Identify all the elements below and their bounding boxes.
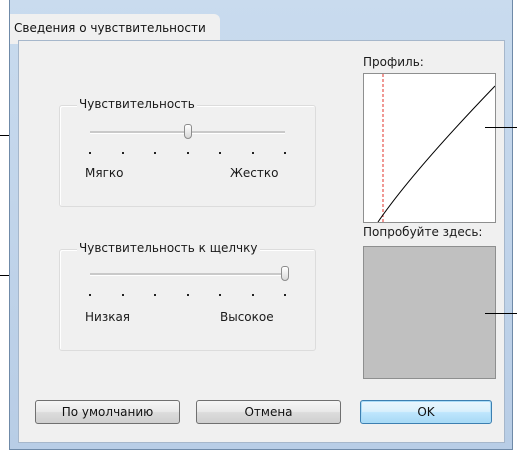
try-here-callout-line (485, 313, 517, 314)
cancel-button[interactable]: Отмена (196, 400, 341, 424)
click-sensitivity-slider-track[interactable] (90, 273, 285, 276)
sensitivity-label: Чувствительность (77, 97, 197, 111)
sensitivity-tick (251, 152, 254, 154)
sensitivity-tick (121, 152, 124, 154)
default-button[interactable]: По умолчанию (35, 400, 180, 424)
click-sensitivity-tick (186, 294, 189, 296)
sensitivity-tick (154, 152, 156, 154)
click-sensitivity-slider-thumb[interactable] (281, 266, 289, 281)
profile-label: Профиль: (363, 55, 424, 69)
click-sensitivity-tick (154, 294, 156, 296)
profile-callout-line (485, 127, 517, 128)
click-sensitivity-tick (121, 294, 124, 296)
click-sensitivity-tick (251, 294, 254, 296)
click-sensitivity-max-label: Высокое (220, 310, 274, 324)
try-here-label: Попробуйте здесь: (363, 225, 483, 239)
ok-button[interactable]: OK (360, 400, 492, 424)
sensitivity-slider-thumb[interactable] (183, 124, 192, 139)
click-sensitivity-group: Чувствительность к щелчку Низкая Высокое (59, 241, 316, 351)
profile-curve (377, 85, 496, 223)
dialog-body: Чувствительность Мягко Жестко Чувствител… (18, 40, 505, 443)
click-sensitivity-min-label: Низкая (85, 310, 131, 324)
click-sensitivity-label: Чувствительность к щелчку (77, 241, 260, 255)
profile-curve-plot (377, 74, 496, 223)
sensitivity-tick (219, 152, 221, 154)
sensitivity-details-dialog: Сведения о чувствительности Чувствительн… (9, 0, 513, 450)
sensitivity-tick (186, 152, 189, 154)
sensitivity-group: Чувствительность Мягко Жестко (59, 97, 316, 207)
sensitivity-tick (284, 152, 286, 154)
title-bar[interactable]: Сведения о чувствительности (10, 0, 512, 44)
click-sensitivity-tick (284, 294, 286, 296)
click-sensitivity-tick (219, 294, 221, 296)
sensitivity-min-label: Мягко (85, 166, 124, 180)
click-sensitivity-tick (89, 294, 91, 296)
sensitivity-max-label: Жестко (230, 166, 279, 180)
try-here-area[interactable] (363, 246, 496, 379)
profile-graph (363, 73, 496, 223)
sensitivity-tick (89, 152, 91, 154)
